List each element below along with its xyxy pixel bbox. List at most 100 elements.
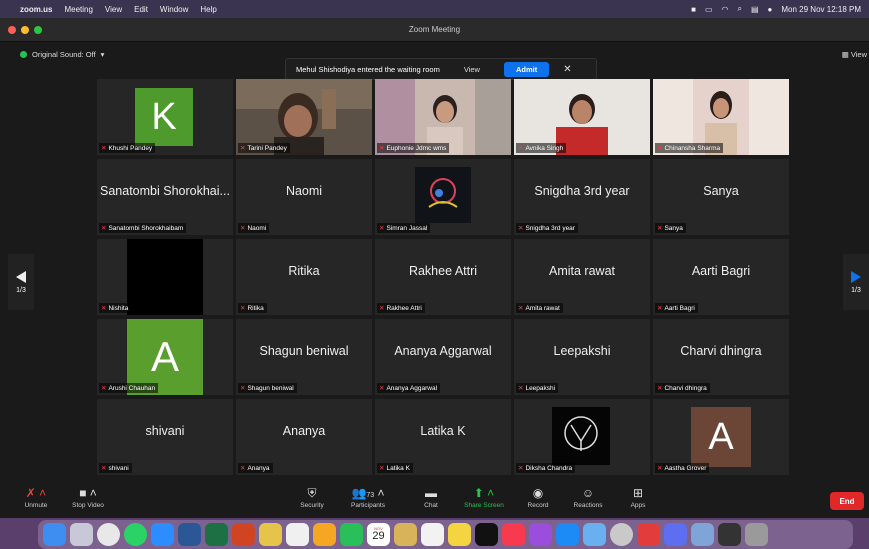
- security-button[interactable]: ⛨ Security: [290, 486, 334, 509]
- logo-icon: [552, 407, 610, 465]
- participant-tile[interactable]: Naomi ✕ Naomi: [236, 159, 372, 235]
- participant-tile[interactable]: Sanatombi Shorokhai... ✕ Sanatombi Shorokh…: [97, 159, 233, 235]
- close-icon[interactable]: ✕: [563, 64, 571, 75]
- participant-tile[interactable]: Ananya ✕ Ananya: [236, 399, 372, 475]
- participant-tile[interactable]: A ✕ Arushi Chauhan: [97, 319, 233, 395]
- reminders-icon[interactable]: [421, 523, 444, 546]
- mic-muted-icon: ✗ ˄: [25, 486, 47, 500]
- menu-window[interactable]: Window: [160, 5, 188, 14]
- powerpoint-icon[interactable]: [232, 523, 255, 546]
- participant-name: Ritika: [247, 304, 264, 312]
- menu-meeting[interactable]: Meeting: [64, 5, 92, 14]
- view-button[interactable]: ▦ View: [842, 50, 867, 59]
- participant-tile[interactable]: Charvi dhingra ✕ Charvi dhingra: [653, 319, 789, 395]
- mic-muted-icon: ✕: [240, 465, 246, 472]
- app-store-icon[interactable]: [556, 523, 579, 546]
- podcasts-icon[interactable]: [529, 523, 552, 546]
- participant-tile[interactable]: Latika K ✕ Latika K: [375, 399, 511, 475]
- tv-icon[interactable]: [475, 523, 498, 546]
- participant-tile[interactable]: Rakhee Attri ✕ Rakhee Attri: [375, 239, 511, 315]
- excel-icon[interactable]: [205, 523, 228, 546]
- participant-tile[interactable]: Ananya Aggarwal ✕ Ananya Aggarwal: [375, 319, 511, 395]
- end-meeting-button[interactable]: End: [830, 492, 864, 510]
- participant-name: Ananya: [247, 464, 270, 472]
- reactions-button[interactable]: ☺ Reactions: [566, 486, 610, 509]
- contacts-icon[interactable]: [394, 523, 417, 546]
- downloads-icon[interactable]: [718, 523, 741, 546]
- battery-icon[interactable]: ▭: [705, 5, 713, 14]
- siri-icon[interactable]: ●: [768, 5, 773, 14]
- trash-icon[interactable]: [745, 523, 768, 546]
- menu-view[interactable]: View: [105, 5, 122, 14]
- apps-button[interactable]: ⊞ Apps: [616, 486, 660, 509]
- original-sound-toggle[interactable]: Original Sound: Off ▾: [20, 50, 104, 59]
- wifi-icon[interactable]: ◠: [722, 5, 729, 14]
- admit-button[interactable]: Admit: [503, 61, 550, 77]
- finder-icon[interactable]: [43, 523, 66, 546]
- participant-tile[interactable]: ✕ Chinansha Sharma: [653, 79, 789, 155]
- participant-tile[interactable]: ✕ Tarini Pandey: [236, 79, 372, 155]
- zoom-icon[interactable]: [151, 523, 174, 546]
- mail-icon[interactable]: [583, 523, 606, 546]
- participant-tile[interactable]: Sanya ✕ Sanya: [653, 159, 789, 235]
- share-screen-button[interactable]: ⬆ ˄ Share Screen: [461, 486, 507, 509]
- mic-muted-icon: ✕: [657, 305, 663, 312]
- calendar-icon[interactable]: NOV 29: [367, 523, 390, 546]
- launchpad-icon[interactable]: [70, 523, 93, 546]
- participant-tile[interactable]: K ✕ Khushi Pandey: [97, 79, 233, 155]
- menu-clock[interactable]: Mon 29 Nov 12:18 PM: [781, 5, 861, 14]
- participant-tile[interactable]: Aarti Bagri ✕ Aarti Bagri: [653, 239, 789, 315]
- notes2-icon[interactable]: [448, 523, 471, 546]
- fullscreen-window-button[interactable]: [34, 26, 42, 34]
- participant-tile[interactable]: Shagun beniwal ✕ Shagun beniwal: [236, 319, 372, 395]
- participant-name-label: ✕ Leepakshi: [516, 383, 559, 393]
- app-orange-icon[interactable]: [313, 523, 336, 546]
- participant-name: Shagun beniwal: [247, 384, 294, 392]
- close-window-button[interactable]: [8, 26, 16, 34]
- unmute-button[interactable]: ✗ ˄ Unmute: [14, 486, 58, 509]
- participant-tile[interactable]: Amita rawat ✕ Amita rawat: [514, 239, 650, 315]
- prev-page-button[interactable]: 1/3: [8, 254, 34, 310]
- whatsapp-icon[interactable]: [124, 523, 147, 546]
- participant-name: Chinansha Sharma: [664, 144, 721, 152]
- app-red-icon[interactable]: [637, 523, 660, 546]
- participant-name-label: ✕ Amita rawat: [516, 303, 563, 313]
- participant-name: Aastha Grover: [664, 464, 707, 472]
- menu-help[interactable]: Help: [200, 5, 216, 14]
- participant-tile[interactable]: Leepakshi ✕ Leepakshi: [514, 319, 650, 395]
- record-button[interactable]: ◉ Record: [516, 486, 560, 509]
- app-star-icon[interactable]: [664, 523, 687, 546]
- participants-button[interactable]: 👥73 ˄ Participants: [346, 486, 390, 509]
- chevron-down-icon[interactable]: ▾: [101, 50, 105, 59]
- word-icon[interactable]: [178, 523, 201, 546]
- music-icon[interactable]: [502, 523, 525, 546]
- participant-tile[interactable]: ✕ Simran Jassal: [375, 159, 511, 235]
- participant-tile[interactable]: ✕ Diksha Chandra: [514, 399, 650, 475]
- participant-tile[interactable]: ✕ Nishita: [97, 239, 233, 315]
- facetime-icon[interactable]: [340, 523, 363, 546]
- search-icon[interactable]: ⌕: [738, 4, 742, 14]
- minimize-window-button[interactable]: [21, 26, 29, 34]
- mic-muted-icon: ✕: [101, 385, 107, 392]
- participant-tile[interactable]: shivani ✕ shivani: [97, 399, 233, 475]
- stop-video-button[interactable]: ■ ˄ Stop Video: [66, 486, 110, 509]
- chrome-icon[interactable]: [97, 523, 120, 546]
- photos-icon[interactable]: [286, 523, 309, 546]
- next-page-button[interactable]: 1/3: [843, 254, 869, 310]
- settings-icon[interactable]: [610, 523, 633, 546]
- mic-muted-icon: ✕: [240, 385, 246, 392]
- camera-status-icon[interactable]: ■: [691, 5, 696, 14]
- menu-app-name[interactable]: zoom.us: [20, 5, 52, 14]
- notes-icon[interactable]: [259, 523, 282, 546]
- profile-picture: [127, 239, 203, 315]
- participant-tile[interactable]: Ritika ✕ Ritika: [236, 239, 372, 315]
- app-window-icon[interactable]: [691, 523, 714, 546]
- control-center-icon[interactable]: ▤: [751, 5, 759, 14]
- participant-tile[interactable]: ✕ Avnika Singh: [514, 79, 650, 155]
- participant-tile[interactable]: Snigdha 3rd year ✕ Snigdha 3rd year: [514, 159, 650, 235]
- chat-button[interactable]: ▬ Chat: [409, 486, 453, 509]
- participant-tile[interactable]: A ✕ Aastha Grover: [653, 399, 789, 475]
- participant-tile[interactable]: ✕ Euphonie Jdmc wms: [375, 79, 511, 155]
- menu-edit[interactable]: Edit: [134, 5, 148, 14]
- notification-view-button[interactable]: View: [454, 63, 490, 76]
